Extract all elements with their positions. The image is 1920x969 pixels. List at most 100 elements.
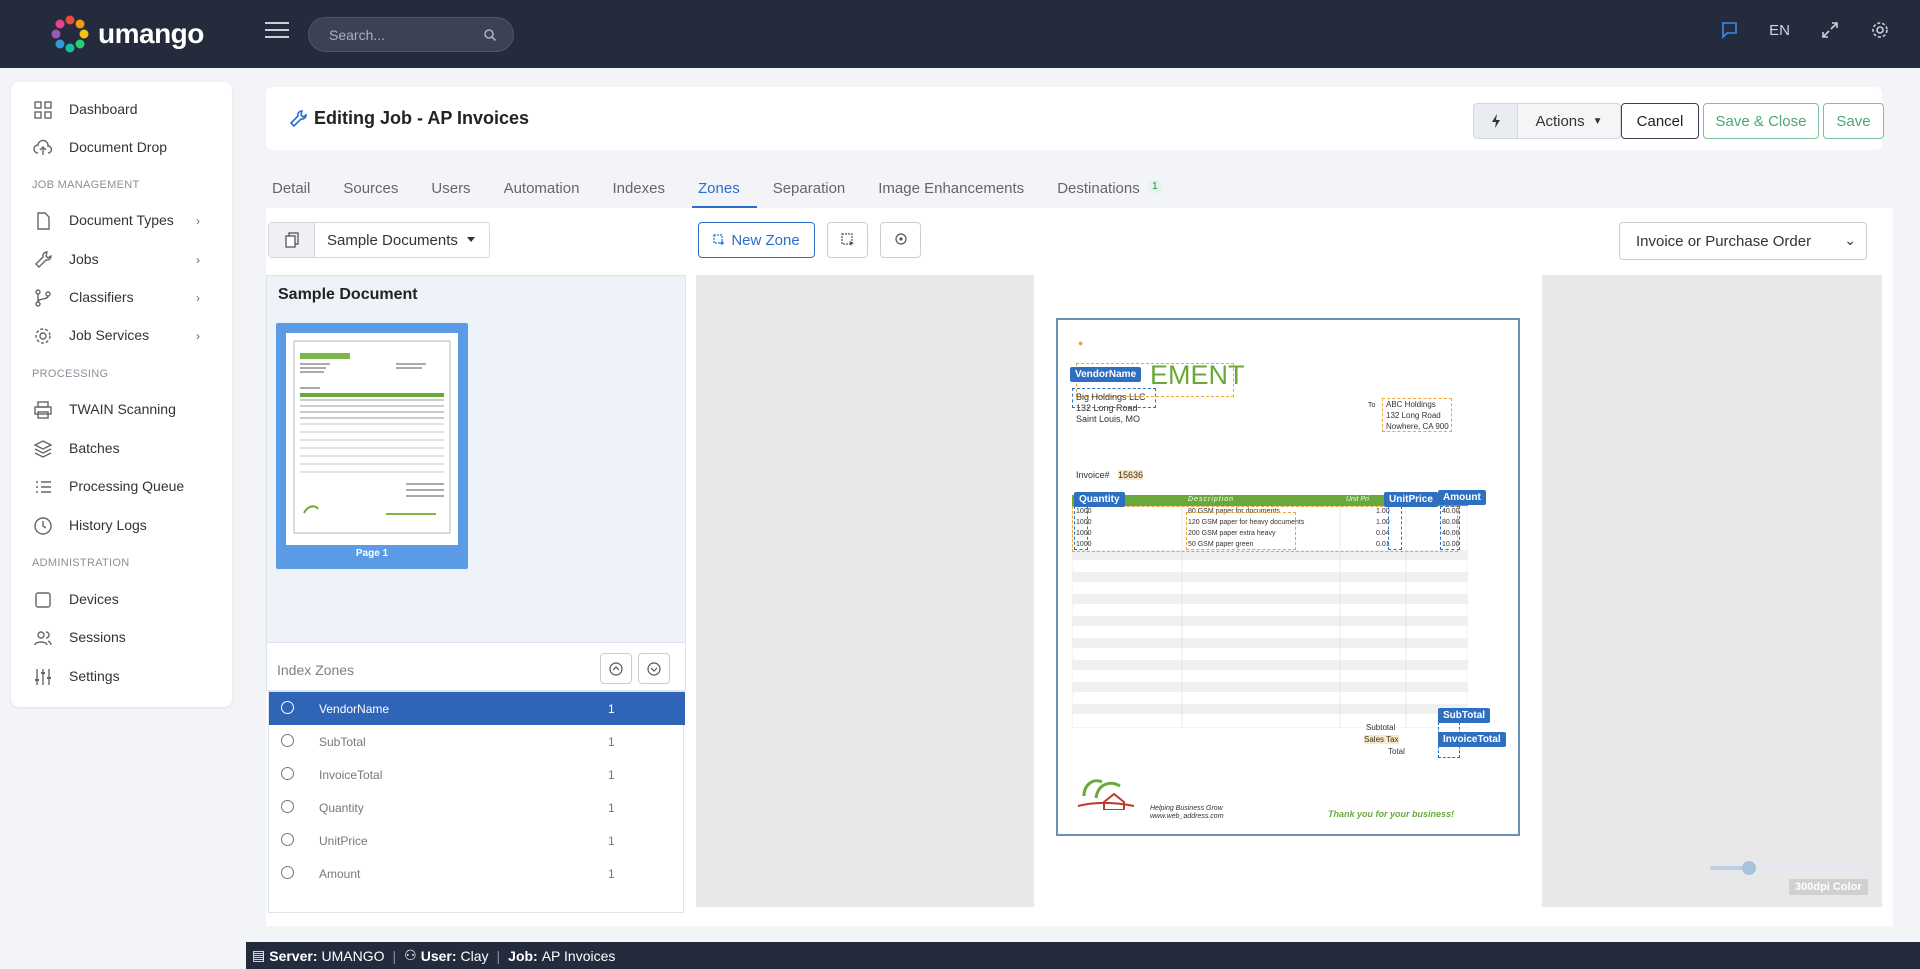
zone-tag-amount[interactable]: Amount	[1438, 490, 1486, 505]
zone-tag-subtotal[interactable]: SubTotal	[1438, 708, 1491, 723]
zone-radio[interactable]	[281, 767, 294, 780]
tab-users[interactable]: Users	[425, 170, 487, 208]
amount-zone[interactable]	[1440, 506, 1460, 550]
search-input[interactable]	[329, 27, 479, 43]
sidebar-item-document-drop[interactable]: Document Drop	[11, 130, 232, 164]
cancel-button[interactable]: Cancel	[1621, 103, 1699, 139]
zone-count: 1	[608, 867, 615, 881]
vendor-name-zone[interactable]	[1072, 388, 1156, 408]
sidebar-item-label: Devices	[69, 591, 119, 607]
document-type-select[interactable]: Invoice or Purchase Order ⌄	[1619, 222, 1867, 260]
chevron-down-circle-icon	[647, 661, 661, 676]
zone-tag-vendor-name[interactable]: VendorName	[1070, 367, 1142, 382]
zoom-slider[interactable]	[1710, 861, 1870, 875]
menu-toggle-icon[interactable]	[265, 22, 289, 40]
quick-action-button[interactable]	[1473, 103, 1517, 139]
zone-name: UnitPrice	[319, 834, 368, 848]
index-zone-row[interactable]: VendorName 1	[269, 692, 685, 725]
chevron-down-icon: ⌄	[1844, 232, 1856, 248]
tab-image-enhancements[interactable]: Image Enhancements	[872, 170, 1041, 208]
server-label: Server:	[269, 947, 318, 964]
fullscreen-icon[interactable]	[1820, 20, 1840, 40]
search-icon[interactable]	[483, 28, 497, 42]
section-job-management: JOB MANAGEMENT	[32, 179, 140, 191]
sidebar-item-twain-scanning[interactable]: TWAIN Scanning	[11, 392, 232, 426]
zone-name: InvoiceTotal	[319, 768, 383, 782]
zoom-handle[interactable]	[1742, 861, 1756, 875]
zone-radio[interactable]	[281, 800, 294, 813]
sample-documents-dropdown[interactable]: Sample Documents	[268, 222, 490, 258]
quantity-zone[interactable]	[1074, 506, 1088, 550]
zone-name: SubTotal	[319, 735, 366, 749]
sidebar-item-batches[interactable]: Batches	[11, 431, 232, 465]
index-zone-row[interactable]: Quantity 1	[269, 791, 685, 824]
sidebar-item-dashboard[interactable]: Dashboard	[11, 92, 232, 126]
sidebar-item-label: Dashboard	[69, 101, 138, 117]
zone-radio[interactable]	[281, 866, 294, 879]
user-value: Clay	[460, 947, 489, 964]
zone-name: VendorName	[319, 702, 390, 716]
sidebar-item-label: History Logs	[69, 517, 147, 533]
index-zone-row[interactable]: InvoiceTotal 1	[269, 758, 685, 791]
new-zone-label: New Zone	[731, 231, 800, 249]
zone-name: Quantity	[319, 801, 364, 815]
zone-radio[interactable]	[281, 734, 294, 747]
section-processing: PROCESSING	[32, 368, 109, 380]
zone-radio[interactable]	[281, 701, 294, 714]
expand-all-button[interactable]	[638, 653, 670, 684]
zone-tag-invoice-total[interactable]: InvoiceTotal	[1438, 732, 1506, 747]
tab-automation[interactable]: Automation	[498, 170, 597, 208]
top-right-tools: EN	[1719, 20, 1920, 40]
chevron-right-icon: ›	[196, 329, 200, 343]
tab-detail[interactable]: Detail	[266, 170, 327, 208]
caret-down-icon	[467, 237, 475, 242]
status-bar: ▤ Server: UMANGO | ⚇ User: Clay | Job: A…	[246, 942, 1920, 969]
select-zone-button[interactable]	[827, 222, 868, 258]
unit-price-zone[interactable]	[1388, 506, 1402, 550]
document-viewer[interactable]: ● EMENT Big Holdings LLC 132 Long Road S…	[696, 275, 1882, 907]
user-label: User:	[420, 947, 457, 964]
save-close-button[interactable]: Save & Close	[1703, 103, 1819, 139]
document-frame: ● EMENT Big Holdings LLC 132 Long Road S…	[1056, 318, 1520, 836]
collapse-all-button[interactable]	[600, 653, 632, 684]
index-zone-row[interactable]: Amount 1	[269, 857, 685, 890]
chat-icon[interactable]	[1719, 20, 1739, 40]
sidebar-item-devices[interactable]: Devices	[11, 582, 232, 616]
description-zone[interactable]	[1186, 512, 1296, 550]
sidebar-item-settings[interactable]: Settings	[11, 659, 232, 693]
tab-indexes[interactable]: Indexes	[606, 170, 682, 208]
sidebar-item-jobs[interactable]: Jobs ›	[11, 242, 232, 276]
settings-gear-icon[interactable]	[1870, 20, 1890, 40]
sidebar-item-history-logs[interactable]: History Logs	[11, 508, 232, 542]
zone-tag-quantity[interactable]: Quantity	[1074, 492, 1125, 507]
language-selector[interactable]: EN	[1769, 22, 1790, 39]
sidebar-item-processing-queue[interactable]: Processing Queue	[11, 469, 232, 503]
chevron-right-icon: ›	[196, 214, 200, 228]
zone-box[interactable]	[1382, 398, 1452, 432]
sidebar-item-label: TWAIN Scanning	[69, 401, 176, 417]
server-value: UMANGO	[321, 947, 385, 964]
umango-logo[interactable]: umango	[50, 14, 204, 54]
zone-radio[interactable]	[281, 833, 294, 846]
save-button[interactable]: Save	[1823, 103, 1884, 139]
sidebar-item-sessions[interactable]: Sessions	[11, 620, 232, 654]
job-tabs: Detail Sources Users Automation Indexes …	[266, 170, 1167, 208]
page-thumbnail[interactable]: Page 1	[276, 323, 468, 569]
index-zone-row[interactable]: UnitPrice 1	[269, 824, 685, 857]
copy-icon[interactable]	[269, 223, 315, 257]
actions-dropdown[interactable]: Actions ▼	[1517, 103, 1621, 139]
doc-url: www.web_address.com	[1150, 813, 1224, 820]
locate-zone-button[interactable]	[880, 222, 921, 258]
new-zone-button[interactable]: New Zone	[698, 222, 815, 258]
tab-zones[interactable]: Zones	[692, 170, 757, 208]
tab-destinations[interactable]: Destinations 1	[1051, 170, 1162, 208]
sidebar-item-document-types[interactable]: Document Types ›	[11, 203, 232, 237]
index-zone-row[interactable]: SubTotal 1	[269, 725, 685, 758]
sidebar-item-job-services[interactable]: Job Services ›	[11, 318, 232, 352]
sample-document-title: Sample Document	[278, 286, 418, 303]
tab-sources[interactable]: Sources	[337, 170, 415, 208]
sidebar-item-classifiers[interactable]: Classifiers ›	[11, 280, 232, 314]
tab-separation[interactable]: Separation	[767, 170, 863, 208]
zone-tag-unit-price[interactable]: UnitPrice	[1384, 492, 1438, 507]
subtotal-label: Subtotal	[1366, 723, 1396, 732]
